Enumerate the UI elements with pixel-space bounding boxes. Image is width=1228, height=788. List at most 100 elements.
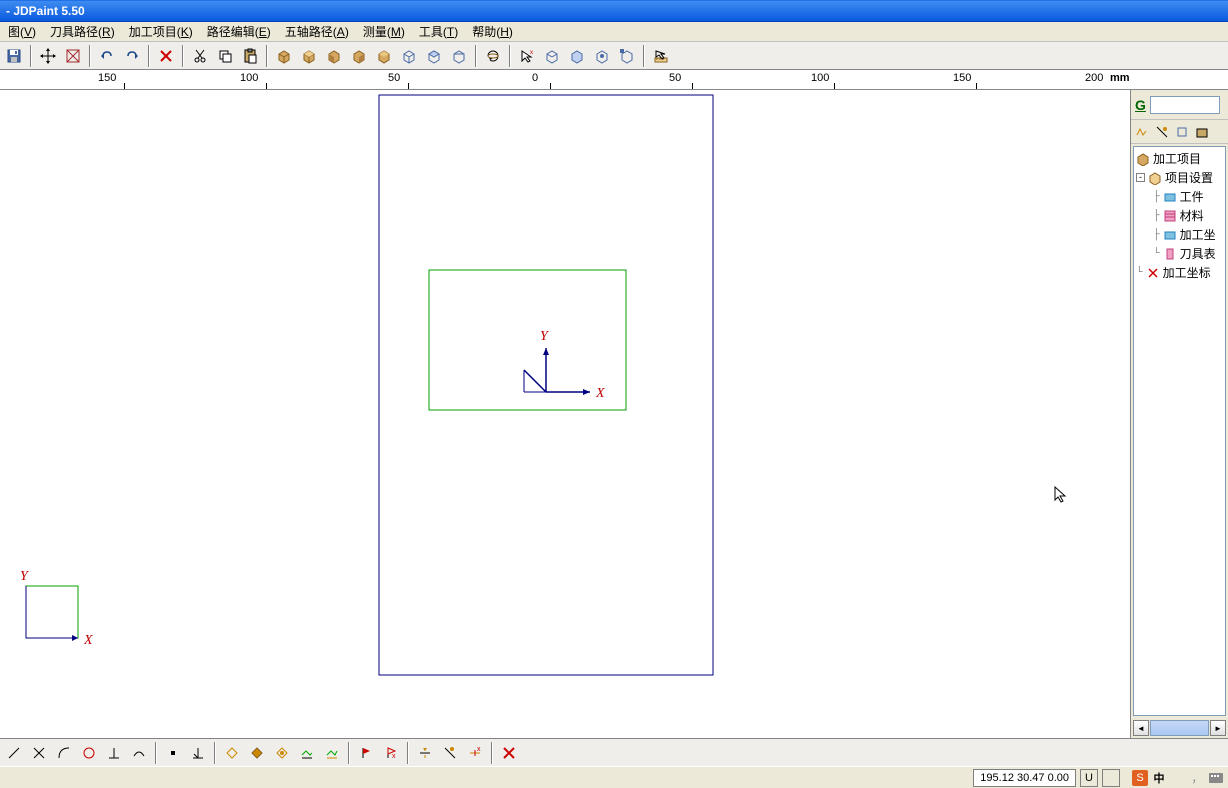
material-icon <box>1163 209 1177 223</box>
edit2-icon[interactable] <box>438 741 462 765</box>
box1-icon[interactable] <box>272 44 296 68</box>
ime-zh-icon[interactable]: 中 <box>1151 770 1167 786</box>
viewbox1-icon[interactable] <box>540 44 564 68</box>
box2-icon[interactable] <box>297 44 321 68</box>
box4-icon[interactable] <box>347 44 371 68</box>
scroll-right-icon[interactable]: ► <box>1210 720 1226 736</box>
rotate-icon[interactable] <box>481 44 505 68</box>
wirebox2-icon[interactable] <box>422 44 446 68</box>
undo-icon[interactable] <box>95 44 119 68</box>
g-code-input-row: G <box>1131 90 1228 120</box>
diamond1-icon[interactable] <box>220 741 244 765</box>
copy-icon[interactable] <box>213 44 237 68</box>
separator <box>266 45 268 67</box>
workpiece-icon <box>1163 190 1177 204</box>
separator <box>348 742 350 764</box>
paste-icon[interactable] <box>238 44 262 68</box>
side-mini-toolbar <box>1131 120 1228 144</box>
delete2-icon[interactable] <box>497 741 521 765</box>
viewbox3-icon[interactable] <box>590 44 614 68</box>
svg-text:x: x <box>477 746 481 753</box>
g-code-input[interactable] <box>1150 96 1220 114</box>
redo-icon[interactable] <box>120 44 144 68</box>
separator <box>89 45 91 67</box>
edit1-icon[interactable] <box>413 741 437 765</box>
canvas[interactable]: X Y X Y <box>0 90 1130 738</box>
separator <box>491 742 493 764</box>
wirebox1-icon[interactable] <box>397 44 421 68</box>
edit3-icon[interactable]: x <box>463 741 487 765</box>
arc-tool-icon[interactable] <box>52 741 76 765</box>
ime-comma-icon[interactable]: ， <box>1189 770 1205 786</box>
menu-bar: 图(V) 刀具路径(R) 加工项目(K) 路径编辑(E) 五轴路径(A) 测量(… <box>0 22 1228 42</box>
viewbox4-icon[interactable] <box>615 44 639 68</box>
line-tool-icon[interactable] <box>2 741 26 765</box>
x-axis-label: X <box>595 386 605 401</box>
axis-tool-icon[interactable] <box>186 741 210 765</box>
select-arrow-icon[interactable]: x <box>515 44 539 68</box>
scroll-left-icon[interactable]: ◄ <box>1133 720 1149 736</box>
point-tool-icon[interactable] <box>161 741 185 765</box>
status-u-box[interactable]: U <box>1080 769 1098 787</box>
status-empty-box[interactable] <box>1102 769 1120 787</box>
tree-settings[interactable]: - 项目设置 <box>1136 168 1223 187</box>
tree-toollist[interactable]: └ 刀具表 <box>1136 244 1223 263</box>
save-icon[interactable] <box>2 44 26 68</box>
side-scrollbar[interactable]: ◄ ► <box>1133 720 1226 736</box>
separator <box>509 45 511 67</box>
flag1-icon[interactable] <box>354 741 378 765</box>
separator <box>214 742 216 764</box>
main-toolbar: x <box>0 42 1228 70</box>
surface1-icon[interactable] <box>295 741 319 765</box>
separator <box>475 45 477 67</box>
cut-icon[interactable] <box>188 44 212 68</box>
viewbox2-icon[interactable] <box>565 44 589 68</box>
tree-root[interactable]: 加工项目 <box>1136 149 1223 168</box>
tree-coords-system[interactable]: └ 加工坐标 <box>1136 263 1223 282</box>
ime-moon-icon[interactable] <box>1170 770 1186 786</box>
diamond3-icon[interactable] <box>270 741 294 765</box>
circle-tool-icon[interactable] <box>77 741 101 765</box>
menu-toolpath[interactable]: 刀具路径(R) <box>44 21 121 42</box>
side-tool1-icon[interactable] <box>1133 123 1151 141</box>
menu-measure[interactable]: 测量(M) <box>357 21 411 42</box>
collapse-icon[interactable]: - <box>1136 173 1145 182</box>
side-tool4-icon[interactable] <box>1193 123 1211 141</box>
ime-s-icon[interactable]: S <box>1132 770 1148 786</box>
curve-tool-icon[interactable] <box>27 741 51 765</box>
surface2-icon[interactable] <box>320 741 344 765</box>
side-tool3-icon[interactable] <box>1173 123 1191 141</box>
scroll-thumb[interactable] <box>1150 720 1209 736</box>
title-bar: - JDPaint 5.50 <box>0 0 1228 22</box>
tree-material[interactable]: ├ 材料 <box>1136 206 1223 225</box>
flag2-icon[interactable]: x <box>379 741 403 765</box>
project-tree[interactable]: 加工项目 - 项目设置 ├ 工件 ├ 材料 ├ 加工坐 <box>1133 146 1226 716</box>
side-tool2-icon[interactable] <box>1153 123 1171 141</box>
ruler-tool-icon[interactable] <box>649 44 673 68</box>
menu-tools[interactable]: 工具(T) <box>413 21 464 42</box>
menu-5axis[interactable]: 五轴路径(A) <box>279 21 355 42</box>
menu-pathedit[interactable]: 路径编辑(E) <box>201 21 277 42</box>
perp-tool-icon[interactable] <box>102 741 126 765</box>
crossed-tools-icon <box>1146 266 1160 280</box>
ime-keyboard-icon[interactable] <box>1208 770 1224 786</box>
box3-icon[interactable] <box>322 44 346 68</box>
menu-view[interactable]: 图(V) <box>2 21 42 42</box>
ime-bar: S 中 ， <box>1132 770 1224 786</box>
separator <box>407 742 409 764</box>
tree-workpiece[interactable]: ├ 工件 <box>1136 187 1223 206</box>
menu-help[interactable]: 帮助(H) <box>466 21 519 42</box>
move-icon[interactable] <box>36 44 60 68</box>
fit-icon[interactable] <box>61 44 85 68</box>
ruler-horizontal: 150 100 50 0 50 100 150 200 mm <box>0 70 1228 90</box>
tree-coordinate[interactable]: ├ 加工坐 <box>1136 225 1223 244</box>
diamond2-icon[interactable] <box>245 741 269 765</box>
wirebox3-icon[interactable] <box>447 44 471 68</box>
menu-project[interactable]: 加工项目(K) <box>123 21 199 42</box>
mini-y-label: Y <box>20 569 30 584</box>
y-axis-label: Y <box>540 329 550 344</box>
delete-icon[interactable] <box>154 44 178 68</box>
tangent-tool-icon[interactable] <box>127 741 151 765</box>
box5-icon[interactable] <box>372 44 396 68</box>
separator <box>643 45 645 67</box>
